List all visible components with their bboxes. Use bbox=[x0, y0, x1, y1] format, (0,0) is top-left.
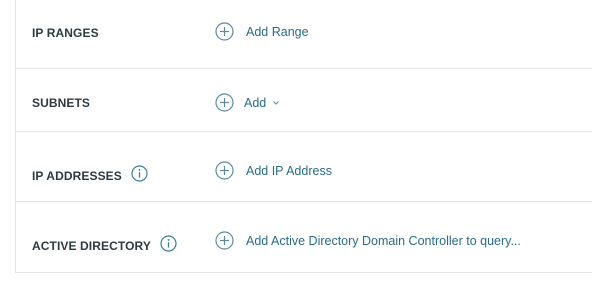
ip-addresses-label: IP ADDRESSES bbox=[32, 163, 148, 183]
info-icon[interactable] bbox=[131, 164, 148, 182]
plus-circle-icon bbox=[215, 22, 234, 41]
add-subnet-label: Add bbox=[244, 95, 267, 110]
info-icon[interactable] bbox=[160, 234, 177, 252]
plus-circle-icon bbox=[215, 231, 234, 250]
add-domain-controller-label: Add Active Directory Domain Controller t… bbox=[246, 233, 521, 248]
subnets-row: SUBNETS Add bbox=[16, 62, 592, 132]
plus-circle-icon bbox=[215, 161, 234, 180]
ip-ranges-row: IP RANGES Add Range bbox=[16, 0, 592, 69]
add-ip-address-label: Add IP Address bbox=[246, 163, 332, 178]
ip-ranges-label: IP RANGES bbox=[32, 26, 99, 40]
network-settings-panel: IP RANGES Add Range SUBNETS Add IP ADDRE… bbox=[15, 0, 592, 273]
chevron-down-icon bbox=[273, 100, 280, 105]
add-domain-controller-button[interactable]: Add Active Directory Domain Controller t… bbox=[215, 231, 521, 250]
add-range-label: Add Range bbox=[246, 24, 309, 39]
add-subnet-dropdown[interactable]: Add bbox=[215, 93, 280, 112]
add-range-button[interactable]: Add Range bbox=[215, 22, 309, 41]
subnets-label: SUBNETS bbox=[32, 96, 91, 110]
ip-addresses-row: IP ADDRESSES Add IP Address bbox=[16, 132, 592, 202]
plus-circle-icon bbox=[215, 93, 234, 112]
active-directory-row: ACTIVE DIRECTORY Add Active Directory Do… bbox=[16, 202, 592, 272]
active-directory-label: ACTIVE DIRECTORY bbox=[32, 233, 177, 253]
add-ip-address-button[interactable]: Add IP Address bbox=[215, 161, 332, 180]
